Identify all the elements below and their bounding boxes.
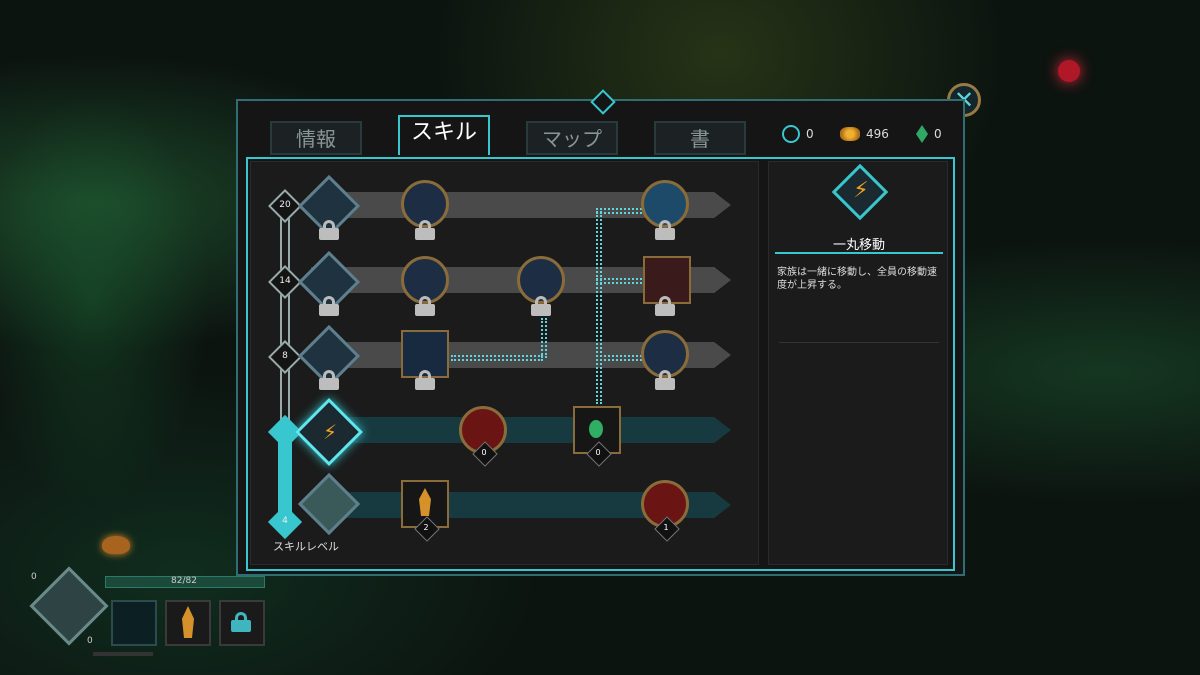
energy-bar <box>93 652 153 656</box>
shard-currency: 0 <box>916 123 942 145</box>
rank-count: 0 <box>481 448 487 457</box>
lock-icon <box>231 612 251 632</box>
lock-icon <box>655 296 675 316</box>
level-4-label: 4 <box>282 516 288 526</box>
gem-currency: 0 <box>782 123 814 145</box>
lock-icon <box>415 370 435 390</box>
info-divider <box>779 342 939 343</box>
hud-panel: 0 0 82/82 <box>15 566 270 660</box>
lock-icon <box>415 220 435 240</box>
skill-description: 家族は一緒に移動し、全員の移動速度が上昇する。 <box>777 267 937 291</box>
lock-icon <box>531 296 551 316</box>
foliage-left <box>0 60 230 540</box>
chain-link <box>596 208 646 214</box>
gem-icon <box>782 125 800 143</box>
level-8-label: 8 <box>282 351 288 361</box>
skill-level-label: スキルレベル <box>273 540 339 553</box>
skill-name: 一丸移動 <box>832 238 885 253</box>
gold-count: 496 <box>866 127 889 141</box>
tab-info[interactable]: 情報 <box>270 121 362 155</box>
character-portrait-node[interactable] <box>297 472 361 536</box>
chain-link <box>451 355 543 361</box>
skill-panel: 情報 スキル マップ 書 0 496 0 20 14 8 4 スキルレベル ⚡ … <box>236 89 965 576</box>
lock-icon <box>655 370 675 390</box>
shard-count: 0 <box>934 127 942 141</box>
rank-count: 2 <box>423 523 429 532</box>
top-ornament <box>590 89 616 115</box>
skill-info-panel: ⚡ 一丸移動 家族は一緒に移動し、全員の移動速度が上昇する。 <box>768 161 948 565</box>
tab-map[interactable]: マップ <box>526 121 618 155</box>
gem-skill-icon <box>589 420 603 438</box>
hp-text: 82/82 <box>171 576 197 586</box>
lock-icon <box>319 296 339 316</box>
tab-skills[interactable]: スキル <box>398 115 490 155</box>
chain-link <box>596 355 646 361</box>
chain-link <box>541 318 547 358</box>
rank-count: 1 <box>663 523 669 532</box>
portrait-frame[interactable] <box>29 566 109 646</box>
amber-flower-icon <box>102 536 130 554</box>
dash-skill-icon: ⚡ <box>322 420 338 444</box>
gold-currency: 496 <box>840 123 889 145</box>
chain-link <box>596 208 602 404</box>
tier-band-active <box>311 417 731 443</box>
ability-slot[interactable] <box>111 600 157 646</box>
level-20-label: 20 <box>279 200 291 210</box>
skill-tree: 20 14 8 4 スキルレベル ⚡ 0 0 2 1 <box>250 161 759 565</box>
hud-count-bottom: 0 <box>87 636 93 646</box>
gold-icon <box>840 127 860 141</box>
shard-icon <box>916 125 928 143</box>
rank-count: 0 <box>595 448 601 457</box>
lock-icon <box>319 220 339 240</box>
dash-icon: ⚡ <box>853 178 869 203</box>
lock-icon <box>655 220 675 240</box>
hud-count-top: 0 <box>31 572 37 582</box>
tab-book[interactable]: 書 <box>654 121 746 155</box>
chain-link <box>596 278 646 284</box>
gem-count: 0 <box>806 127 814 141</box>
lock-icon <box>415 296 435 316</box>
level-14-label: 14 <box>279 276 291 286</box>
red-lantern-icon <box>1058 60 1080 82</box>
lock-icon <box>319 370 339 390</box>
